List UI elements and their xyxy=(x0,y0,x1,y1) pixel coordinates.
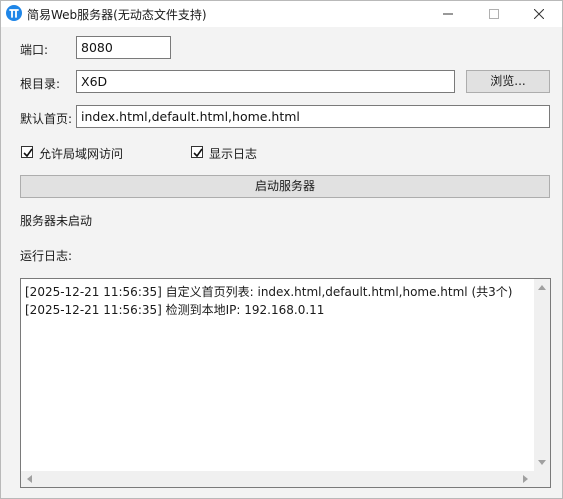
title-bar[interactable]: 简易Web服务器(无动态文件支持) xyxy=(1,1,562,27)
app-window: 简易Web服务器(无动态文件支持) 端口: 8080 根目录: X6D 浏览..… xyxy=(0,0,563,499)
vertical-scrollbar[interactable] xyxy=(534,279,550,471)
browse-button[interactable]: 浏览... xyxy=(466,70,550,93)
scroll-left-icon xyxy=(27,475,32,483)
close-button[interactable] xyxy=(516,1,562,27)
root-dir-label: 根目录: xyxy=(20,77,61,91)
maximize-button[interactable] xyxy=(471,1,517,27)
scroll-right-icon xyxy=(523,475,528,483)
minimize-button[interactable] xyxy=(425,1,471,27)
checkmark-icon xyxy=(193,148,203,158)
show-log-checkbox[interactable] xyxy=(191,146,203,158)
checkmark-icon xyxy=(23,148,33,158)
log-textarea[interactable]: [2025-12-21 11:56:35] 自定义首页列表: index.htm… xyxy=(20,278,551,488)
server-status-text: 服务器未启动 xyxy=(20,214,93,228)
scroll-down-icon xyxy=(538,460,546,465)
allow-lan-label[interactable]: 允许局域网访问 xyxy=(39,145,123,162)
log-lines: [2025-12-21 11:56:35] 自定义首页列表: index.htm… xyxy=(25,283,533,319)
default-page-input[interactable]: index.html,default.html,home.html xyxy=(76,105,550,128)
port-input[interactable]: 8080 xyxy=(76,36,171,59)
log-line: [2025-12-21 11:56:35] 自定义首页列表: index.htm… xyxy=(25,285,513,299)
maximize-icon xyxy=(489,9,499,19)
log-line: [2025-12-21 11:56:35] 检测到本地IP: 192.168.0… xyxy=(25,303,325,317)
log-label: 运行日志: xyxy=(20,249,73,263)
show-log-label[interactable]: 显示日志 xyxy=(209,145,257,162)
port-label: 端口: xyxy=(20,43,49,57)
allow-lan-checkbox[interactable] xyxy=(21,146,33,158)
window-title: 简易Web服务器(无动态文件支持) xyxy=(27,8,207,22)
default-page-label: 默认首页: xyxy=(20,112,73,126)
minimize-icon xyxy=(443,13,453,15)
horizontal-scrollbar[interactable] xyxy=(21,471,534,487)
close-icon xyxy=(534,9,544,19)
app-logo-icon xyxy=(6,5,22,21)
start-server-button[interactable]: 启动服务器 xyxy=(20,175,550,198)
root-dir-input[interactable]: X6D xyxy=(76,70,455,93)
scroll-up-icon xyxy=(538,285,546,290)
scrollbar-corner xyxy=(534,471,550,487)
